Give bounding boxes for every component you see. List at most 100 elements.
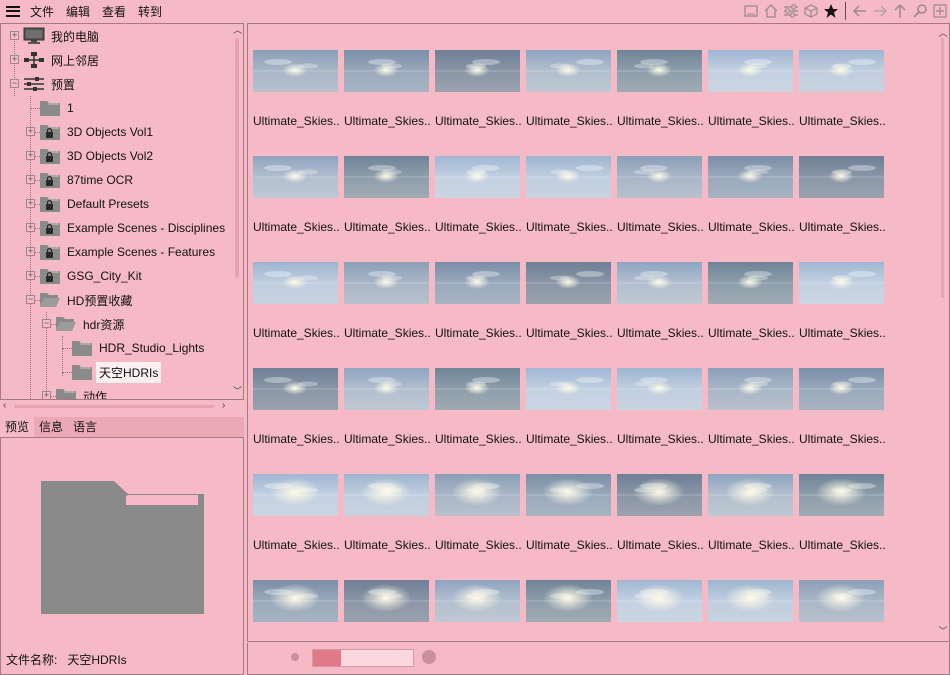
hdri-thumbnail-item[interactable]: Ultimate_Skies.. [252,368,343,474]
menu-file[interactable]: 文件 [30,3,54,20]
hdri-thumbnail-item[interactable]: Ultimate_Skies.. [707,368,798,474]
hdri-thumbnail-item[interactable]: Ultimate_Skies.. [252,262,343,368]
hdri-thumbnail-item[interactable]: Ultimate_Skies.. [798,474,889,580]
menu-goto[interactable]: 转到 [138,3,162,20]
hdri-thumbnail-item[interactable]: Ultimate_Skies.. [616,50,707,156]
tree-item[interactable]: +87time OCR [25,168,136,192]
hdri-thumbnail-item[interactable]: Ultimate_Skies.. [525,156,616,262]
scrollbar-thumb[interactable] [14,405,214,408]
scroll-left-icon[interactable]: ‹ [3,400,6,411]
hdri-thumbnail-item[interactable]: Ultimate_Skies.. [798,580,889,641]
search-icon[interactable] [912,3,928,19]
hdri-thumbnail-item[interactable]: Ultimate_Skies.. [616,156,707,262]
expand-toggle[interactable]: + [26,271,35,280]
tree-item-my-computer[interactable]: + 我的电脑 [9,24,102,48]
tree-item[interactable]: + Default Presets [25,192,152,216]
hdri-thumbnail-item[interactable]: Ultimate_Skies.. [343,156,434,262]
grid-vertical-scrollbar[interactable]: ︿ ﹀ [937,24,949,641]
hdri-thumbnail-item[interactable]: Ultimate_Skies.. [252,474,343,580]
menu-edit[interactable]: 编辑 [66,3,90,20]
hdri-thumbnail-item[interactable]: Ultimate_Skies.. [616,368,707,474]
filter-settings-icon[interactable] [783,3,799,19]
expand-toggle[interactable]: + [10,55,19,64]
add-icon[interactable] [932,3,948,19]
tree-item[interactable]: − hdr资源 [41,312,127,336]
scroll-down-icon[interactable]: ﹀ [938,624,948,637]
tree-item[interactable]: +3D Objects Vol2 [25,144,156,168]
tree-item[interactable]: + Example Scenes - Features [25,240,218,264]
hdri-thumbnail-item[interactable]: Ultimate_Skies.. [707,474,798,580]
hdri-thumbnail-item[interactable]: Ultimate_Skies.. [616,262,707,368]
up-arrow-icon[interactable] [892,3,908,19]
hdri-thumbnail-item[interactable]: Ultimate_Skies.. [434,156,525,262]
hdri-thumbnail-item[interactable]: Ultimate_Skies.. [434,50,525,156]
tree-horizontal-scrollbar[interactable]: ‹ › [0,400,244,412]
scroll-right-icon[interactable]: › [222,400,225,411]
tree-item[interactable]: + GSG_City_Kit [25,264,145,288]
forward-arrow-icon[interactable] [872,3,888,19]
hdri-thumbnail-item[interactable]: Ultimate_Skies.. [525,474,616,580]
tree-item[interactable]: − HD预置收藏 [25,288,135,312]
hdri-thumbnail-item[interactable]: Ultimate_Skies.. [434,580,525,641]
tree-item-presets[interactable]: − 预置 [9,72,78,96]
hamburger-menu-icon[interactable] [6,5,20,17]
hdri-thumbnail-item[interactable]: Ultimate_Skies.. [525,368,616,474]
tree-item[interactable]: + Example Scenes - Disciplines [25,216,228,240]
collapse-toggle[interactable]: − [10,79,19,88]
zoom-out-icon[interactable] [291,653,299,661]
hdri-thumbnail-item[interactable]: Ultimate_Skies.. [707,580,798,641]
hdri-thumbnail-item[interactable]: Ultimate_Skies.. [525,50,616,156]
hdri-thumbnail-item[interactable]: Ultimate_Skies.. [707,50,798,156]
hdri-thumbnail-item[interactable]: Ultimate_Skies.. [798,50,889,156]
back-arrow-icon[interactable] [852,3,868,19]
tab-info[interactable]: 信息 [34,417,68,437]
zoom-in-icon[interactable] [422,650,436,664]
zoom-slider[interactable] [312,649,414,667]
scroll-up-icon[interactable]: ︿ [938,26,948,39]
hdri-thumbnail-item[interactable]: Ultimate_Skies.. [343,580,434,641]
hdri-thumbnail-item[interactable]: Ultimate_Skies.. [434,368,525,474]
tab-language[interactable]: 语言 [68,417,102,437]
hdri-thumbnail-item[interactable]: Ultimate_Skies.. [525,262,616,368]
home-icon[interactable] [763,3,779,19]
scrollbar-thumb[interactable] [235,38,239,278]
hdri-thumbnail-item[interactable]: Ultimate_Skies.. [343,50,434,156]
tree-vertical-scrollbar[interactable]: ︿ ﹀ [232,24,243,399]
hdri-thumbnail-item[interactable]: Ultimate_Skies.. [343,474,434,580]
hdri-thumbnail-item[interactable]: Ultimate_Skies.. [616,580,707,641]
tab-preview[interactable]: 预览 [0,417,35,437]
hdri-thumbnail-item[interactable]: Ultimate_Skies.. [616,474,707,580]
hdri-thumbnail-item[interactable]: Ultimate_Skies.. [252,156,343,262]
expand-toggle[interactable]: + [26,199,35,208]
hdri-thumbnail-item[interactable]: Ultimate_Skies.. [252,50,343,156]
hdri-thumbnail-item[interactable]: Ultimate_Skies.. [434,474,525,580]
tree-item[interactable]: +3D Objects Vol1 [25,120,156,144]
tree-item[interactable]: 天空HDRIs [57,360,162,384]
expand-toggle[interactable]: + [26,127,35,136]
package-icon[interactable] [803,3,819,19]
tree-item[interactable]: 1 [25,96,77,120]
star-icon[interactable] [823,3,839,19]
tree-item-network[interactable]: + 网上邻居 [9,48,102,72]
menu-view[interactable]: 查看 [102,3,126,20]
hdri-thumbnail-item[interactable]: Ultimate_Skies.. [707,262,798,368]
hdri-thumbnail-item[interactable]: Ultimate_Skies.. [707,156,798,262]
hdri-thumbnail-item[interactable]: Ultimate_Skies.. [798,262,889,368]
scroll-down-icon[interactable]: ﹀ [233,387,242,396]
tree-item[interactable]: + 动作 [41,384,110,399]
expand-toggle[interactable]: + [26,223,35,232]
scrollbar-thumb[interactable] [941,38,944,298]
tree-item[interactable]: HDR_Studio_Lights [57,336,207,360]
scroll-up-icon[interactable]: ︿ [233,26,242,35]
expand-toggle[interactable]: + [26,175,35,184]
expand-toggle[interactable]: + [26,247,35,256]
window-icon[interactable] [743,3,759,19]
hdri-thumbnail-item[interactable]: Ultimate_Skies.. [525,580,616,641]
expand-toggle[interactable]: + [26,151,35,160]
hdri-thumbnail-item[interactable]: Ultimate_Skies.. [343,262,434,368]
hdri-thumbnail-item[interactable]: Ultimate_Skies.. [252,580,343,641]
collapse-toggle[interactable]: − [42,319,51,328]
expand-toggle[interactable]: + [10,31,19,40]
collapse-toggle[interactable]: − [26,295,35,304]
hdri-thumbnail-item[interactable]: Ultimate_Skies.. [434,262,525,368]
